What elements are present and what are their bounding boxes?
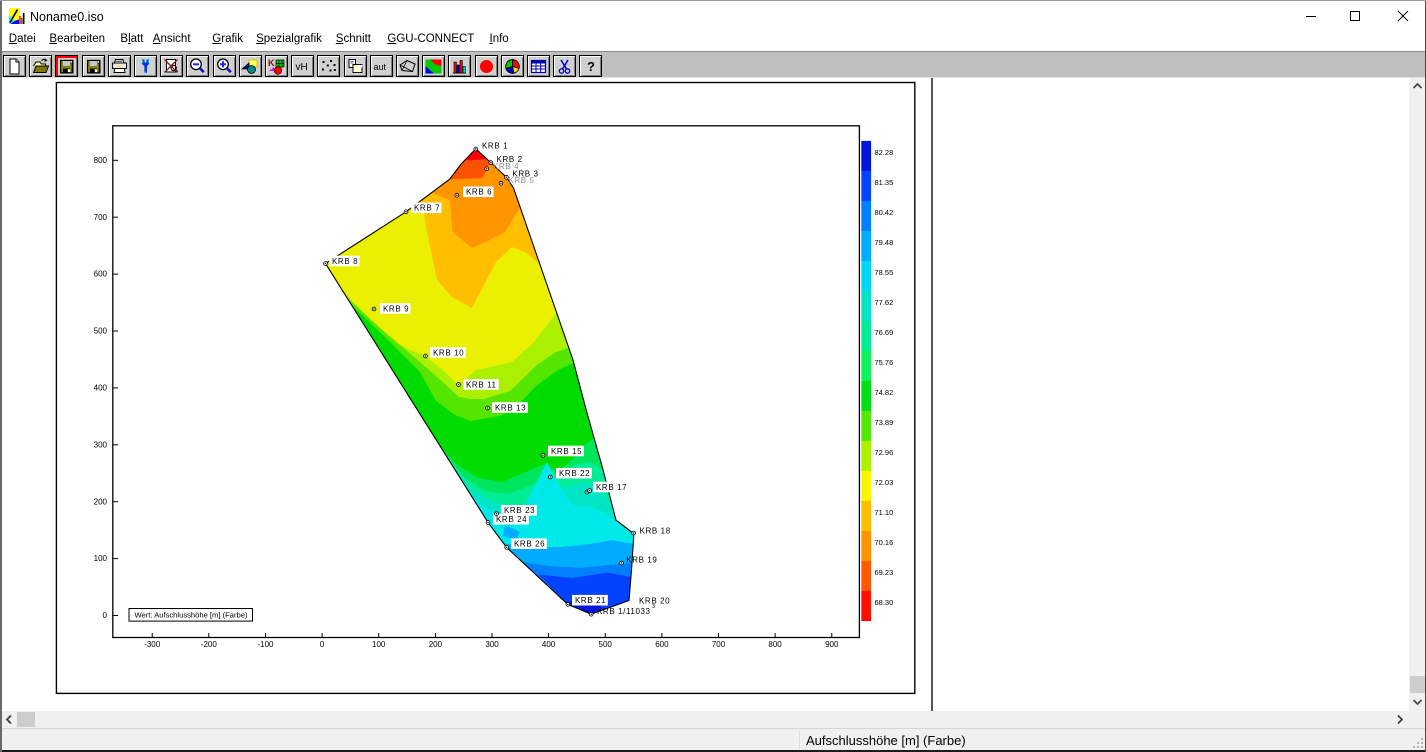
svg-text:72.96: 72.96 bbox=[875, 448, 894, 457]
svg-text:vH: vH bbox=[296, 62, 308, 73]
svg-text:Wert: Aufschlusshöhe [m] (Farb: Wert: Aufschlusshöhe [m] (Farbe) bbox=[135, 611, 248, 620]
svg-text:aut: aut bbox=[373, 62, 386, 72]
svg-text:K: K bbox=[268, 58, 275, 68]
svg-text:81.35: 81.35 bbox=[875, 178, 894, 187]
svg-text:100: 100 bbox=[372, 640, 386, 649]
svg-text:KRB 23: KRB 23 bbox=[504, 506, 535, 515]
svg-text:800: 800 bbox=[94, 156, 108, 165]
svg-text:0: 0 bbox=[103, 611, 108, 620]
svg-text:200: 200 bbox=[429, 640, 443, 649]
svg-text:-300: -300 bbox=[144, 640, 161, 649]
svg-text:700: 700 bbox=[94, 213, 108, 222]
svg-text:KRB 18: KRB 18 bbox=[640, 526, 671, 535]
svg-text:KRB 22: KRB 22 bbox=[559, 469, 590, 478]
svg-text:600: 600 bbox=[655, 640, 669, 649]
svg-text:-100: -100 bbox=[257, 640, 274, 649]
svg-text:79.48: 79.48 bbox=[875, 238, 894, 247]
svg-text:KRB 6: KRB 6 bbox=[466, 188, 492, 197]
svg-text:71.10: 71.10 bbox=[875, 508, 894, 517]
svg-text:70.16: 70.16 bbox=[875, 538, 894, 547]
svg-text:-200: -200 bbox=[201, 640, 218, 649]
svg-text:77.62: 77.62 bbox=[875, 298, 894, 307]
svg-text:300: 300 bbox=[485, 640, 499, 649]
svg-text:78.55: 78.55 bbox=[875, 268, 894, 277]
svg-text:68.30: 68.30 bbox=[875, 598, 894, 607]
svg-text:KRB 19: KRB 19 bbox=[626, 555, 657, 564]
svg-text:?: ? bbox=[587, 59, 595, 74]
svg-text:76.69: 76.69 bbox=[875, 328, 894, 337]
svg-text:KRB 11: KRB 11 bbox=[466, 380, 497, 389]
svg-text:900: 900 bbox=[825, 640, 839, 649]
svg-text:200: 200 bbox=[94, 497, 108, 506]
svg-text:69.23: 69.23 bbox=[875, 568, 894, 577]
svg-text:KRB 5: KRB 5 bbox=[508, 176, 534, 185]
svg-text:300: 300 bbox=[94, 440, 108, 449]
svg-text:600: 600 bbox=[94, 270, 108, 279]
svg-text:72.03: 72.03 bbox=[875, 478, 894, 487]
svg-text:80.42: 80.42 bbox=[875, 208, 894, 217]
svg-text:KRB 9: KRB 9 bbox=[383, 304, 409, 313]
svg-text:KRB 1: KRB 1 bbox=[482, 141, 508, 150]
svg-text:700: 700 bbox=[712, 640, 726, 649]
svg-text:0: 0 bbox=[320, 640, 325, 649]
svg-text:KRB 21: KRB 21 bbox=[575, 596, 606, 605]
svg-text:74.82: 74.82 bbox=[875, 388, 894, 397]
svg-text:73.89: 73.89 bbox=[875, 418, 894, 427]
svg-text:KRB 13: KRB 13 bbox=[495, 403, 526, 412]
svg-text:KRB 7: KRB 7 bbox=[414, 204, 440, 213]
svg-text:KRB 8: KRB 8 bbox=[332, 257, 358, 266]
svg-text:KRB 26: KRB 26 bbox=[514, 540, 545, 549]
svg-text:KRB 10: KRB 10 bbox=[433, 348, 464, 357]
svg-text:500: 500 bbox=[599, 640, 613, 649]
svg-text:100: 100 bbox=[94, 554, 108, 563]
svg-text:3: 3 bbox=[652, 604, 655, 610]
svg-text:800: 800 bbox=[768, 640, 782, 649]
svg-text:400: 400 bbox=[94, 384, 108, 393]
svg-text:KRB 24: KRB 24 bbox=[496, 515, 527, 524]
svg-text:KRB 17: KRB 17 bbox=[596, 483, 627, 492]
svg-text:75.76: 75.76 bbox=[875, 358, 894, 367]
svg-text:500: 500 bbox=[94, 327, 108, 336]
svg-text:400: 400 bbox=[542, 640, 556, 649]
svg-text:KRB 15: KRB 15 bbox=[551, 447, 582, 456]
svg-text:82.28: 82.28 bbox=[875, 148, 894, 157]
svg-text:KRB 1/11033: KRB 1/11033 bbox=[597, 607, 651, 616]
